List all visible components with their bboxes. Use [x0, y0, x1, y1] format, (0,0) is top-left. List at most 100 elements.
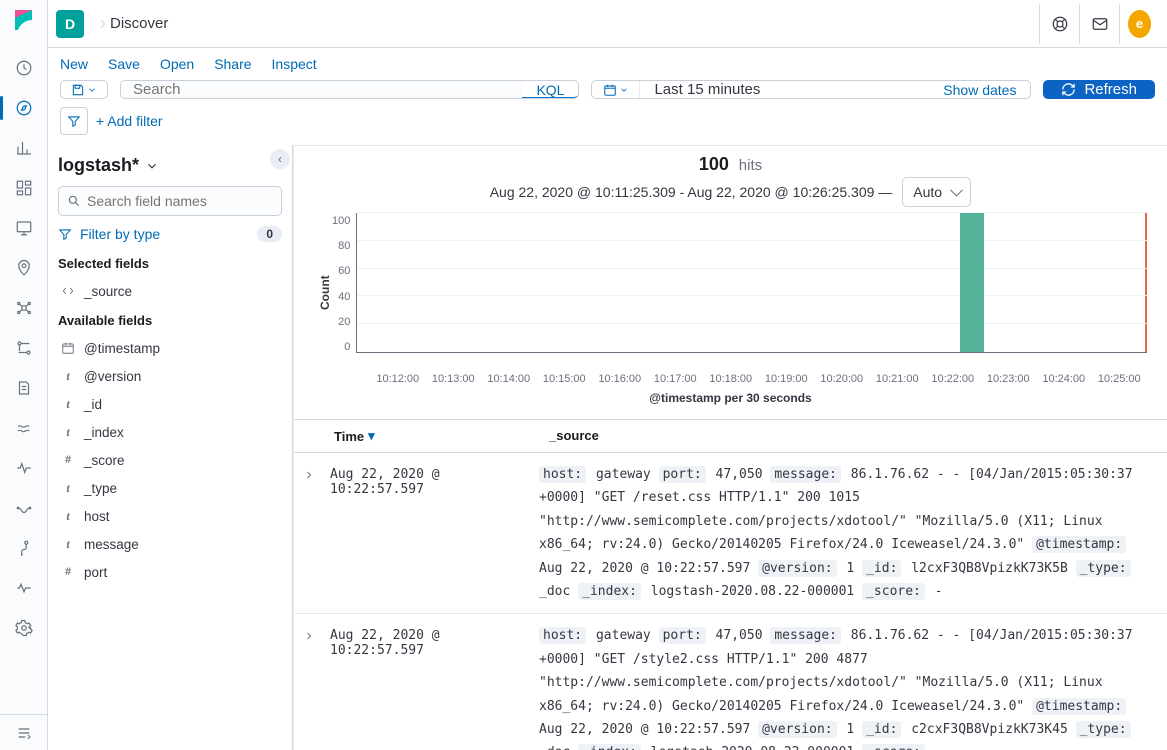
field-name: _id: [84, 397, 102, 412]
field-search-input[interactable]: [87, 193, 273, 209]
nav-dashboard-icon[interactable]: [8, 172, 40, 204]
filter-by-type-label: Filter by type: [80, 226, 160, 242]
field-item[interactable]: @timestamp: [58, 334, 282, 362]
field-type-icon: #: [60, 564, 76, 580]
nav-recent-icon[interactable]: [8, 52, 40, 84]
nav-settings-icon[interactable]: [8, 612, 40, 644]
nav-logs-icon[interactable]: [8, 372, 40, 404]
cell-source: host: gateway port: 47,050 message: 86.1…: [539, 624, 1167, 750]
expand-row-button[interactable]: [294, 624, 324, 750]
filter-count-badge: 0: [257, 226, 282, 242]
search-container: KQL: [120, 80, 579, 99]
kql-toggle[interactable]: KQL: [522, 81, 578, 98]
filter-options-button[interactable]: [60, 107, 88, 135]
fields-sidebar: ‹ logstash* Filter by type 0 Selected fi…: [48, 145, 293, 750]
chart-bar[interactable]: [960, 213, 984, 352]
field-type-icon: t: [60, 368, 76, 384]
field-name: _score: [84, 453, 125, 468]
field-type-icon: #: [60, 452, 76, 468]
chart-xlabel: @timestamp per 30 seconds: [314, 385, 1147, 415]
index-pattern-selector[interactable]: logstash*: [58, 149, 282, 186]
field-name: port: [84, 565, 107, 580]
field-item[interactable]: t @version: [58, 362, 282, 390]
field-name: _index: [84, 425, 124, 440]
field-type-icon: [60, 283, 76, 299]
field-item[interactable]: t _type: [58, 474, 282, 502]
field-item[interactable]: # port: [58, 558, 282, 586]
now-marker: [1145, 213, 1147, 352]
menu-inspect[interactable]: Inspect: [272, 56, 317, 72]
field-item[interactable]: # _score: [58, 446, 282, 474]
field-item[interactable]: t _index: [58, 418, 282, 446]
th-source[interactable]: _source: [539, 420, 609, 452]
add-filter-link[interactable]: + Add filter: [96, 113, 163, 129]
avatar: e: [1128, 10, 1151, 38]
newsfeed-icon[interactable]: [1079, 4, 1119, 44]
histogram-chart[interactable]: Count 100806040200: [314, 213, 1147, 373]
hits-label: hits: [739, 157, 762, 174]
kibana-logo[interactable]: [12, 8, 36, 32]
cell-source: host: gateway port: 47,050 message: 86.1…: [539, 463, 1167, 603]
refresh-button[interactable]: Refresh: [1043, 80, 1155, 99]
field-name: host: [84, 509, 110, 524]
nav-discover-icon[interactable]: [8, 92, 40, 124]
field-type-icon: [60, 340, 76, 356]
th-time-label: Time: [334, 429, 364, 444]
results-panel: 100 hits Aug 22, 2020 @ 10:11:25.309 - A…: [293, 145, 1167, 750]
nav-dev-icon[interactable]: [8, 532, 40, 564]
expand-row-button[interactable]: [294, 463, 324, 603]
field-item[interactable]: t_id: [58, 390, 282, 418]
page-title: Discover: [110, 15, 168, 32]
table-row: Aug 22, 2020 @ 10:22:57.597host: gateway…: [294, 614, 1167, 750]
calendar-button[interactable]: [592, 81, 640, 98]
field-type-icon: t: [60, 508, 76, 524]
field-item[interactable]: tmessage: [58, 530, 282, 558]
nav-metrics-icon[interactable]: [8, 332, 40, 364]
help-icon[interactable]: [1039, 4, 1079, 44]
header-bar: D › Discover e: [48, 0, 1167, 48]
field-name: @version: [84, 369, 141, 384]
nav-canvas-icon[interactable]: [8, 212, 40, 244]
top-menu: New Save Open Share Inspect: [48, 48, 1167, 76]
menu-share[interactable]: Share: [214, 56, 251, 72]
field-type-icon: t: [60, 480, 76, 496]
menu-save[interactable]: Save: [108, 56, 140, 72]
nav-visualize-icon[interactable]: [8, 132, 40, 164]
date-range-text[interactable]: Last 15 minutes: [640, 81, 929, 98]
nav-siem-icon[interactable]: [8, 492, 40, 524]
show-dates-link[interactable]: Show dates: [929, 81, 1030, 98]
chart-ylabel: Count: [314, 213, 332, 373]
nav-ml-icon[interactable]: [8, 292, 40, 324]
menu-new[interactable]: New: [60, 56, 88, 72]
nav-collapse-button[interactable]: [0, 714, 48, 750]
collapse-sidebar-button[interactable]: ‹: [270, 149, 290, 169]
menu-open[interactable]: Open: [160, 56, 194, 72]
field-search[interactable]: [58, 186, 282, 216]
nav-rail: [0, 0, 48, 750]
breadcrumb-divider: ›: [100, 13, 106, 34]
nav-maps-icon[interactable]: [8, 252, 40, 284]
field-item[interactable]: _source: [58, 277, 282, 305]
field-name: @timestamp: [84, 341, 160, 356]
interval-select[interactable]: Auto: [902, 177, 971, 207]
time-range-row: Aug 22, 2020 @ 10:11:25.309 - Aug 22, 20…: [294, 177, 1167, 213]
filter-by-type[interactable]: Filter by type 0: [58, 226, 282, 242]
field-name: _source: [84, 284, 132, 299]
refresh-label: Refresh: [1084, 81, 1137, 98]
cell-time: Aug 22, 2020 @ 10:22:57.597: [324, 463, 539, 603]
index-pattern-name: logstash*: [58, 155, 139, 176]
nav-uptime-icon[interactable]: [8, 452, 40, 484]
user-menu[interactable]: e: [1119, 4, 1159, 44]
saved-query-button[interactable]: [60, 80, 108, 99]
app-chip[interactable]: D: [56, 10, 84, 38]
field-type-icon: t: [60, 536, 76, 552]
search-input[interactable]: [121, 81, 522, 98]
th-time[interactable]: Time ▾: [324, 420, 539, 452]
table-row: Aug 22, 2020 @ 10:22:57.597host: gateway…: [294, 453, 1167, 614]
field-type-icon: t: [60, 424, 76, 440]
field-item[interactable]: thost: [58, 502, 282, 530]
nav-apm-icon[interactable]: [8, 412, 40, 444]
nav-monitor-icon[interactable]: [8, 572, 40, 604]
field-name: _type: [84, 481, 117, 496]
docs-table: Time ▾ _source Aug 22, 2020 @ 10:22:57.5…: [294, 419, 1167, 750]
